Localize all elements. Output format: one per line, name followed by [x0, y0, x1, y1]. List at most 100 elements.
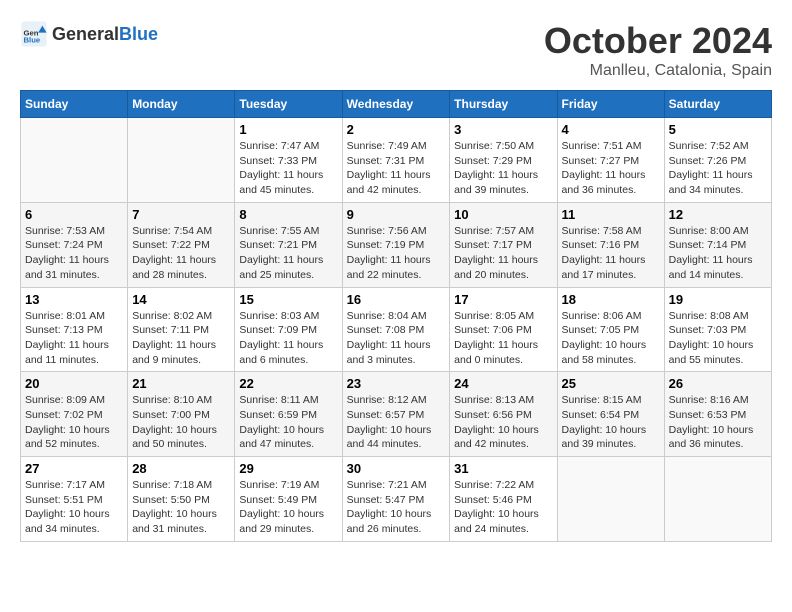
calendar-week-4: 20 Sunrise: 8:09 AM Sunset: 7:02 PM Dayl…: [21, 372, 772, 457]
calendar-cell: 15 Sunrise: 8:03 AM Sunset: 7:09 PM Dayl…: [235, 287, 342, 372]
logo-icon: Gen Blue: [20, 20, 48, 48]
day-info: Sunrise: 7:51 AM Sunset: 7:27 PM Dayligh…: [562, 139, 660, 198]
day-info: Sunrise: 8:06 AM Sunset: 7:05 PM Dayligh…: [562, 309, 660, 368]
calendar-cell: 12 Sunrise: 8:00 AM Sunset: 7:14 PM Dayl…: [664, 202, 771, 287]
day-info: Sunrise: 7:56 AM Sunset: 7:19 PM Dayligh…: [347, 224, 446, 283]
title-block: October 2024 Manlleu, Catalonia, Spain: [544, 20, 772, 80]
calendar-cell: 2 Sunrise: 7:49 AM Sunset: 7:31 PM Dayli…: [342, 118, 450, 203]
day-number: 11: [562, 207, 660, 222]
calendar-cell: 16 Sunrise: 8:04 AM Sunset: 7:08 PM Dayl…: [342, 287, 450, 372]
logo: Gen Blue GeneralBlue: [20, 20, 158, 48]
calendar-table: SundayMondayTuesdayWednesdayThursdayFrid…: [20, 90, 772, 542]
day-number: 17: [454, 292, 552, 307]
day-number: 15: [239, 292, 337, 307]
calendar-cell: 5 Sunrise: 7:52 AM Sunset: 7:26 PM Dayli…: [664, 118, 771, 203]
day-number: 9: [347, 207, 446, 222]
day-info: Sunrise: 7:47 AM Sunset: 7:33 PM Dayligh…: [239, 139, 337, 198]
calendar-week-1: 1 Sunrise: 7:47 AM Sunset: 7:33 PM Dayli…: [21, 118, 772, 203]
calendar-week-5: 27 Sunrise: 7:17 AM Sunset: 5:51 PM Dayl…: [21, 457, 772, 542]
page-header: Gen Blue GeneralBlue October 2024 Manlle…: [20, 20, 772, 80]
day-number: 16: [347, 292, 446, 307]
calendar-cell: [128, 118, 235, 203]
calendar-cell: 9 Sunrise: 7:56 AM Sunset: 7:19 PM Dayli…: [342, 202, 450, 287]
calendar-week-3: 13 Sunrise: 8:01 AM Sunset: 7:13 PM Dayl…: [21, 287, 772, 372]
day-info: Sunrise: 7:55 AM Sunset: 7:21 PM Dayligh…: [239, 224, 337, 283]
month-title: October 2024: [544, 20, 772, 62]
day-info: Sunrise: 7:22 AM Sunset: 5:46 PM Dayligh…: [454, 478, 552, 537]
day-info: Sunrise: 8:13 AM Sunset: 6:56 PM Dayligh…: [454, 393, 552, 452]
day-info: Sunrise: 8:15 AM Sunset: 6:54 PM Dayligh…: [562, 393, 660, 452]
calendar-cell: 30 Sunrise: 7:21 AM Sunset: 5:47 PM Dayl…: [342, 457, 450, 542]
day-info: Sunrise: 7:19 AM Sunset: 5:49 PM Dayligh…: [239, 478, 337, 537]
weekday-header-sunday: Sunday: [21, 91, 128, 118]
day-number: 5: [669, 122, 767, 137]
day-info: Sunrise: 7:54 AM Sunset: 7:22 PM Dayligh…: [132, 224, 230, 283]
calendar-cell: 25 Sunrise: 8:15 AM Sunset: 6:54 PM Dayl…: [557, 372, 664, 457]
calendar-week-2: 6 Sunrise: 7:53 AM Sunset: 7:24 PM Dayli…: [21, 202, 772, 287]
weekday-header-wednesday: Wednesday: [342, 91, 450, 118]
day-info: Sunrise: 7:21 AM Sunset: 5:47 PM Dayligh…: [347, 478, 446, 537]
weekday-header-row: SundayMondayTuesdayWednesdayThursdayFrid…: [21, 91, 772, 118]
day-number: 4: [562, 122, 660, 137]
calendar-cell: 17 Sunrise: 8:05 AM Sunset: 7:06 PM Dayl…: [450, 287, 557, 372]
day-info: Sunrise: 8:08 AM Sunset: 7:03 PM Dayligh…: [669, 309, 767, 368]
calendar-body: 1 Sunrise: 7:47 AM Sunset: 7:33 PM Dayli…: [21, 118, 772, 542]
day-number: 6: [25, 207, 123, 222]
day-number: 31: [454, 461, 552, 476]
day-info: Sunrise: 8:00 AM Sunset: 7:14 PM Dayligh…: [669, 224, 767, 283]
svg-text:Blue: Blue: [24, 35, 41, 44]
day-number: 24: [454, 376, 552, 391]
weekday-header-monday: Monday: [128, 91, 235, 118]
day-info: Sunrise: 8:05 AM Sunset: 7:06 PM Dayligh…: [454, 309, 552, 368]
weekday-header-friday: Friday: [557, 91, 664, 118]
day-info: Sunrise: 8:16 AM Sunset: 6:53 PM Dayligh…: [669, 393, 767, 452]
day-number: 8: [239, 207, 337, 222]
calendar-cell: 1 Sunrise: 7:47 AM Sunset: 7:33 PM Dayli…: [235, 118, 342, 203]
calendar-cell: 27 Sunrise: 7:17 AM Sunset: 5:51 PM Dayl…: [21, 457, 128, 542]
day-number: 25: [562, 376, 660, 391]
calendar-cell: 3 Sunrise: 7:50 AM Sunset: 7:29 PM Dayli…: [450, 118, 557, 203]
day-info: Sunrise: 8:10 AM Sunset: 7:00 PM Dayligh…: [132, 393, 230, 452]
calendar-header: SundayMondayTuesdayWednesdayThursdayFrid…: [21, 91, 772, 118]
calendar-cell: 10 Sunrise: 7:57 AM Sunset: 7:17 PM Dayl…: [450, 202, 557, 287]
day-number: 1: [239, 122, 337, 137]
calendar-cell: 14 Sunrise: 8:02 AM Sunset: 7:11 PM Dayl…: [128, 287, 235, 372]
weekday-header-tuesday: Tuesday: [235, 91, 342, 118]
day-number: 23: [347, 376, 446, 391]
day-number: 28: [132, 461, 230, 476]
weekday-header-thursday: Thursday: [450, 91, 557, 118]
weekday-header-saturday: Saturday: [664, 91, 771, 118]
day-info: Sunrise: 7:49 AM Sunset: 7:31 PM Dayligh…: [347, 139, 446, 198]
day-number: 26: [669, 376, 767, 391]
day-info: Sunrise: 7:52 AM Sunset: 7:26 PM Dayligh…: [669, 139, 767, 198]
calendar-cell: 22 Sunrise: 8:11 AM Sunset: 6:59 PM Dayl…: [235, 372, 342, 457]
calendar-cell: 18 Sunrise: 8:06 AM Sunset: 7:05 PM Dayl…: [557, 287, 664, 372]
day-info: Sunrise: 7:57 AM Sunset: 7:17 PM Dayligh…: [454, 224, 552, 283]
day-number: 29: [239, 461, 337, 476]
day-number: 18: [562, 292, 660, 307]
calendar-cell: 28 Sunrise: 7:18 AM Sunset: 5:50 PM Dayl…: [128, 457, 235, 542]
day-info: Sunrise: 8:03 AM Sunset: 7:09 PM Dayligh…: [239, 309, 337, 368]
calendar-cell: 21 Sunrise: 8:10 AM Sunset: 7:00 PM Dayl…: [128, 372, 235, 457]
calendar-cell: 20 Sunrise: 8:09 AM Sunset: 7:02 PM Dayl…: [21, 372, 128, 457]
day-info: Sunrise: 7:58 AM Sunset: 7:16 PM Dayligh…: [562, 224, 660, 283]
day-number: 19: [669, 292, 767, 307]
calendar-cell: 6 Sunrise: 7:53 AM Sunset: 7:24 PM Dayli…: [21, 202, 128, 287]
day-info: Sunrise: 8:12 AM Sunset: 6:57 PM Dayligh…: [347, 393, 446, 452]
location-title: Manlleu, Catalonia, Spain: [544, 62, 772, 80]
day-info: Sunrise: 8:01 AM Sunset: 7:13 PM Dayligh…: [25, 309, 123, 368]
day-number: 20: [25, 376, 123, 391]
calendar-cell: 26 Sunrise: 8:16 AM Sunset: 6:53 PM Dayl…: [664, 372, 771, 457]
day-info: Sunrise: 8:11 AM Sunset: 6:59 PM Dayligh…: [239, 393, 337, 452]
calendar-cell: 7 Sunrise: 7:54 AM Sunset: 7:22 PM Dayli…: [128, 202, 235, 287]
calendar-cell: 11 Sunrise: 7:58 AM Sunset: 7:16 PM Dayl…: [557, 202, 664, 287]
day-info: Sunrise: 8:02 AM Sunset: 7:11 PM Dayligh…: [132, 309, 230, 368]
calendar-cell: [21, 118, 128, 203]
logo-text-blue: Blue: [119, 24, 158, 44]
day-info: Sunrise: 7:18 AM Sunset: 5:50 PM Dayligh…: [132, 478, 230, 537]
day-number: 22: [239, 376, 337, 391]
day-number: 13: [25, 292, 123, 307]
day-number: 7: [132, 207, 230, 222]
calendar-cell: 31 Sunrise: 7:22 AM Sunset: 5:46 PM Dayl…: [450, 457, 557, 542]
day-info: Sunrise: 7:53 AM Sunset: 7:24 PM Dayligh…: [25, 224, 123, 283]
